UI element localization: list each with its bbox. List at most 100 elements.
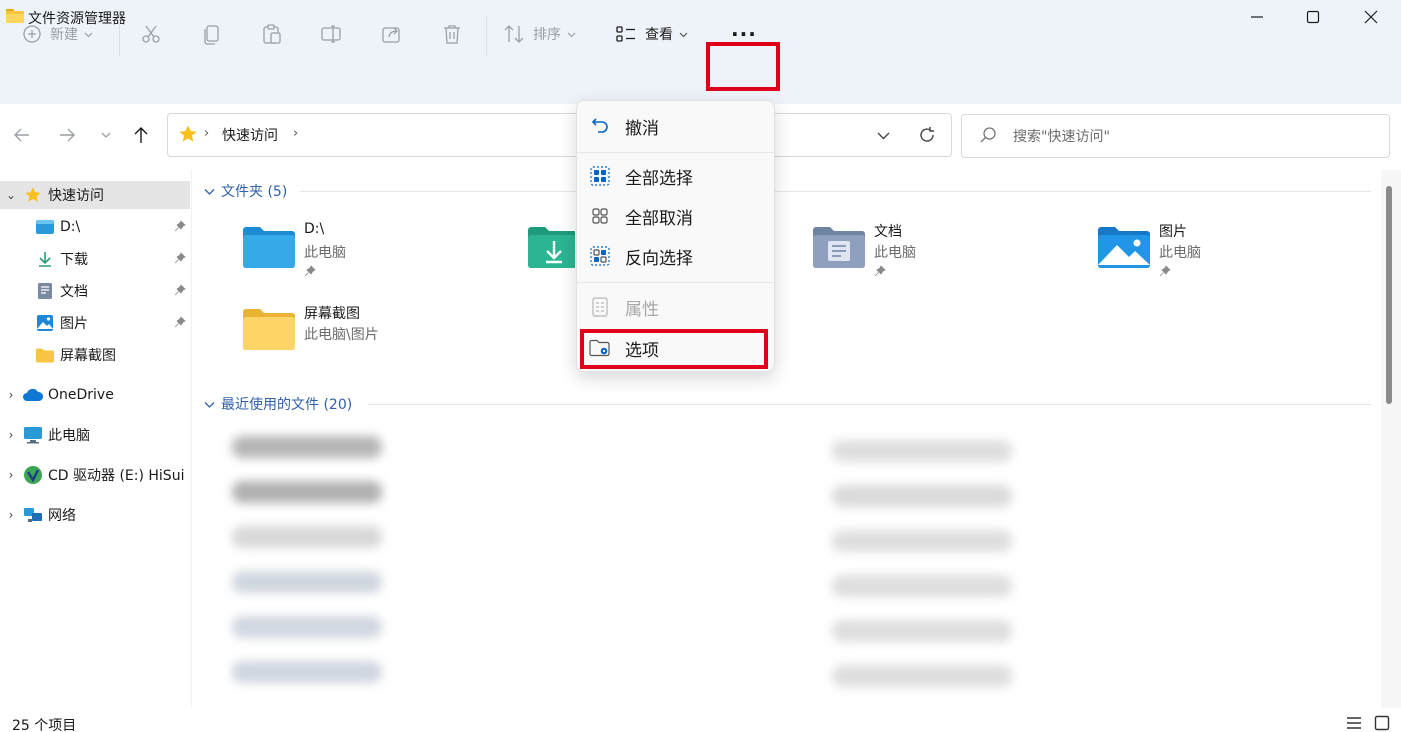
folder-tile-pictures[interactable]: 图片 此电脑 [1097,221,1357,291]
chevron-down-icon [204,401,215,408]
item-count: 25 个项目 [12,718,77,732]
paste-button[interactable] [261,16,283,52]
folders-section-header[interactable]: 文件夹 (5) [204,181,287,201]
delete-button[interactable] [441,16,463,52]
sidebar-item-label: 网络 [48,508,76,524]
folder-name: D:\ [304,221,325,237]
back-button[interactable] [7,120,37,150]
new-button[interactable]: 新建 [22,16,93,52]
select-all-icon [590,166,610,186]
cut-button[interactable] [140,16,162,52]
folder-tile-screenshots[interactable]: 屏幕截图 此电脑\图片 [242,303,502,373]
recent-file-row[interactable] [832,620,1012,642]
share-icon [382,27,400,43]
folder-tile-downloads[interactable] [527,221,575,291]
chevron-down-icon[interactable]: ⌄ [0,188,22,202]
recent-file-row[interactable] [232,571,382,593]
recent-file-row[interactable] [832,575,1012,597]
recent-file-row[interactable] [232,526,382,548]
folders-header-label: 文件夹 (5) [221,184,288,200]
chevron-right-icon[interactable]: › [0,468,22,482]
refresh-button[interactable] [912,120,942,150]
close-icon [1364,10,1378,24]
trash-icon [444,25,460,44]
breadcrumb-current[interactable]: 快速访问 [222,125,278,145]
minimize-button[interactable] [1229,0,1285,34]
cloud-icon [23,388,44,401]
sort-button[interactable]: 排序 [503,16,576,52]
sidebar-item-documents[interactable]: 文档 [0,277,190,305]
recent-locations-button[interactable] [91,120,121,150]
maximize-icon [1306,10,1320,24]
select-none-icon [592,208,608,224]
plus-circle-icon [23,25,41,43]
folder-name: 图片 [1159,224,1187,240]
view-button[interactable]: 查看 [615,16,688,52]
details-view-icon[interactable] [1346,716,1362,730]
menu-item-select-none[interactable]: 全部取消 [587,200,767,232]
pin-icon [174,316,186,328]
folder-tile-documents[interactable]: 文档 此电脑 [812,221,1072,291]
sidebar-item-downloads[interactable]: 下载 [0,245,190,273]
menu-item-properties[interactable]: 属性 [587,291,767,323]
rename-button[interactable] [320,16,342,52]
sidebar-item-network[interactable]: › 网络 [0,501,190,529]
tiles-view-icon[interactable] [1374,715,1390,731]
section-divider [368,404,1371,405]
folder-location: 此电脑 [304,245,346,261]
sidebar-item-label: OneDrive [48,387,114,403]
recent-section-header[interactable]: 最近使用的文件 (20) [204,394,352,414]
pin-icon [174,284,186,296]
forward-button[interactable] [52,120,82,150]
recent-file-row[interactable] [232,616,382,638]
picture-folder-icon [1098,227,1150,268]
recent-file-row[interactable] [232,661,382,683]
properties-icon [592,297,608,317]
pane-divider[interactable] [191,170,192,708]
maximize-button[interactable] [1285,0,1341,34]
search-icon [980,127,996,143]
recent-file-row[interactable] [232,436,382,458]
menu-item-label: 反向选择 [625,248,693,269]
folder-location: 此电脑 [874,245,916,261]
menu-item-select-all[interactable]: 全部选择 [587,160,767,192]
close-button[interactable] [1343,0,1399,34]
sidebar-item-this-pc[interactable]: › 此电脑 [0,421,190,449]
menu-separator [577,282,776,283]
chevron-down-icon [567,32,576,37]
arrow-right-icon [60,128,75,142]
folder-tile-d-drive[interactable]: D:\ 此电脑 [242,221,502,291]
share-button[interactable] [381,16,403,52]
menu-item-invert-selection[interactable]: 反向选择 [587,240,767,272]
chevron-right-icon[interactable]: › [0,428,22,442]
sidebar-item-cd-drive[interactable]: › CD 驱动器 (E:) HiSui [0,461,190,489]
rename-icon [321,25,341,43]
vertical-scrollbar-thumb[interactable] [1386,186,1392,404]
sidebar-item-d-drive[interactable]: D:\ [0,213,190,241]
refresh-icon [920,127,934,142]
sidebar-item-onedrive[interactable]: › OneDrive [0,381,190,409]
sidebar-item-label: 图片 [60,316,88,332]
arrow-left-icon [14,128,29,142]
copy-button[interactable] [201,16,223,52]
recent-file-row[interactable] [832,530,1012,552]
menu-item-label: 撤消 [625,118,659,139]
chevron-right-icon[interactable]: › [0,388,22,402]
address-dropdown-button[interactable] [868,120,898,150]
chevron-right-icon[interactable]: › [0,508,22,522]
menu-item-label: 全部选择 [625,168,693,189]
download-icon [39,252,51,267]
pin-icon [304,265,316,277]
menu-item-undo[interactable]: 撤消 [587,110,767,142]
recent-file-row[interactable] [832,485,1012,507]
address-bar[interactable] [167,113,952,157]
document-folder-icon [813,227,865,268]
sidebar-item-screenshots[interactable]: 屏幕截图 [0,341,190,369]
copy-icon [204,25,219,45]
recent-file-row[interactable] [832,665,1012,687]
recent-file-row[interactable] [232,481,382,503]
recent-file-row[interactable] [832,440,1012,462]
up-button[interactable] [126,120,156,150]
sidebar-item-pictures[interactable]: 图片 [0,309,190,337]
sidebar-item-quick-access[interactable]: ⌄ 快速访问 [0,181,190,209]
